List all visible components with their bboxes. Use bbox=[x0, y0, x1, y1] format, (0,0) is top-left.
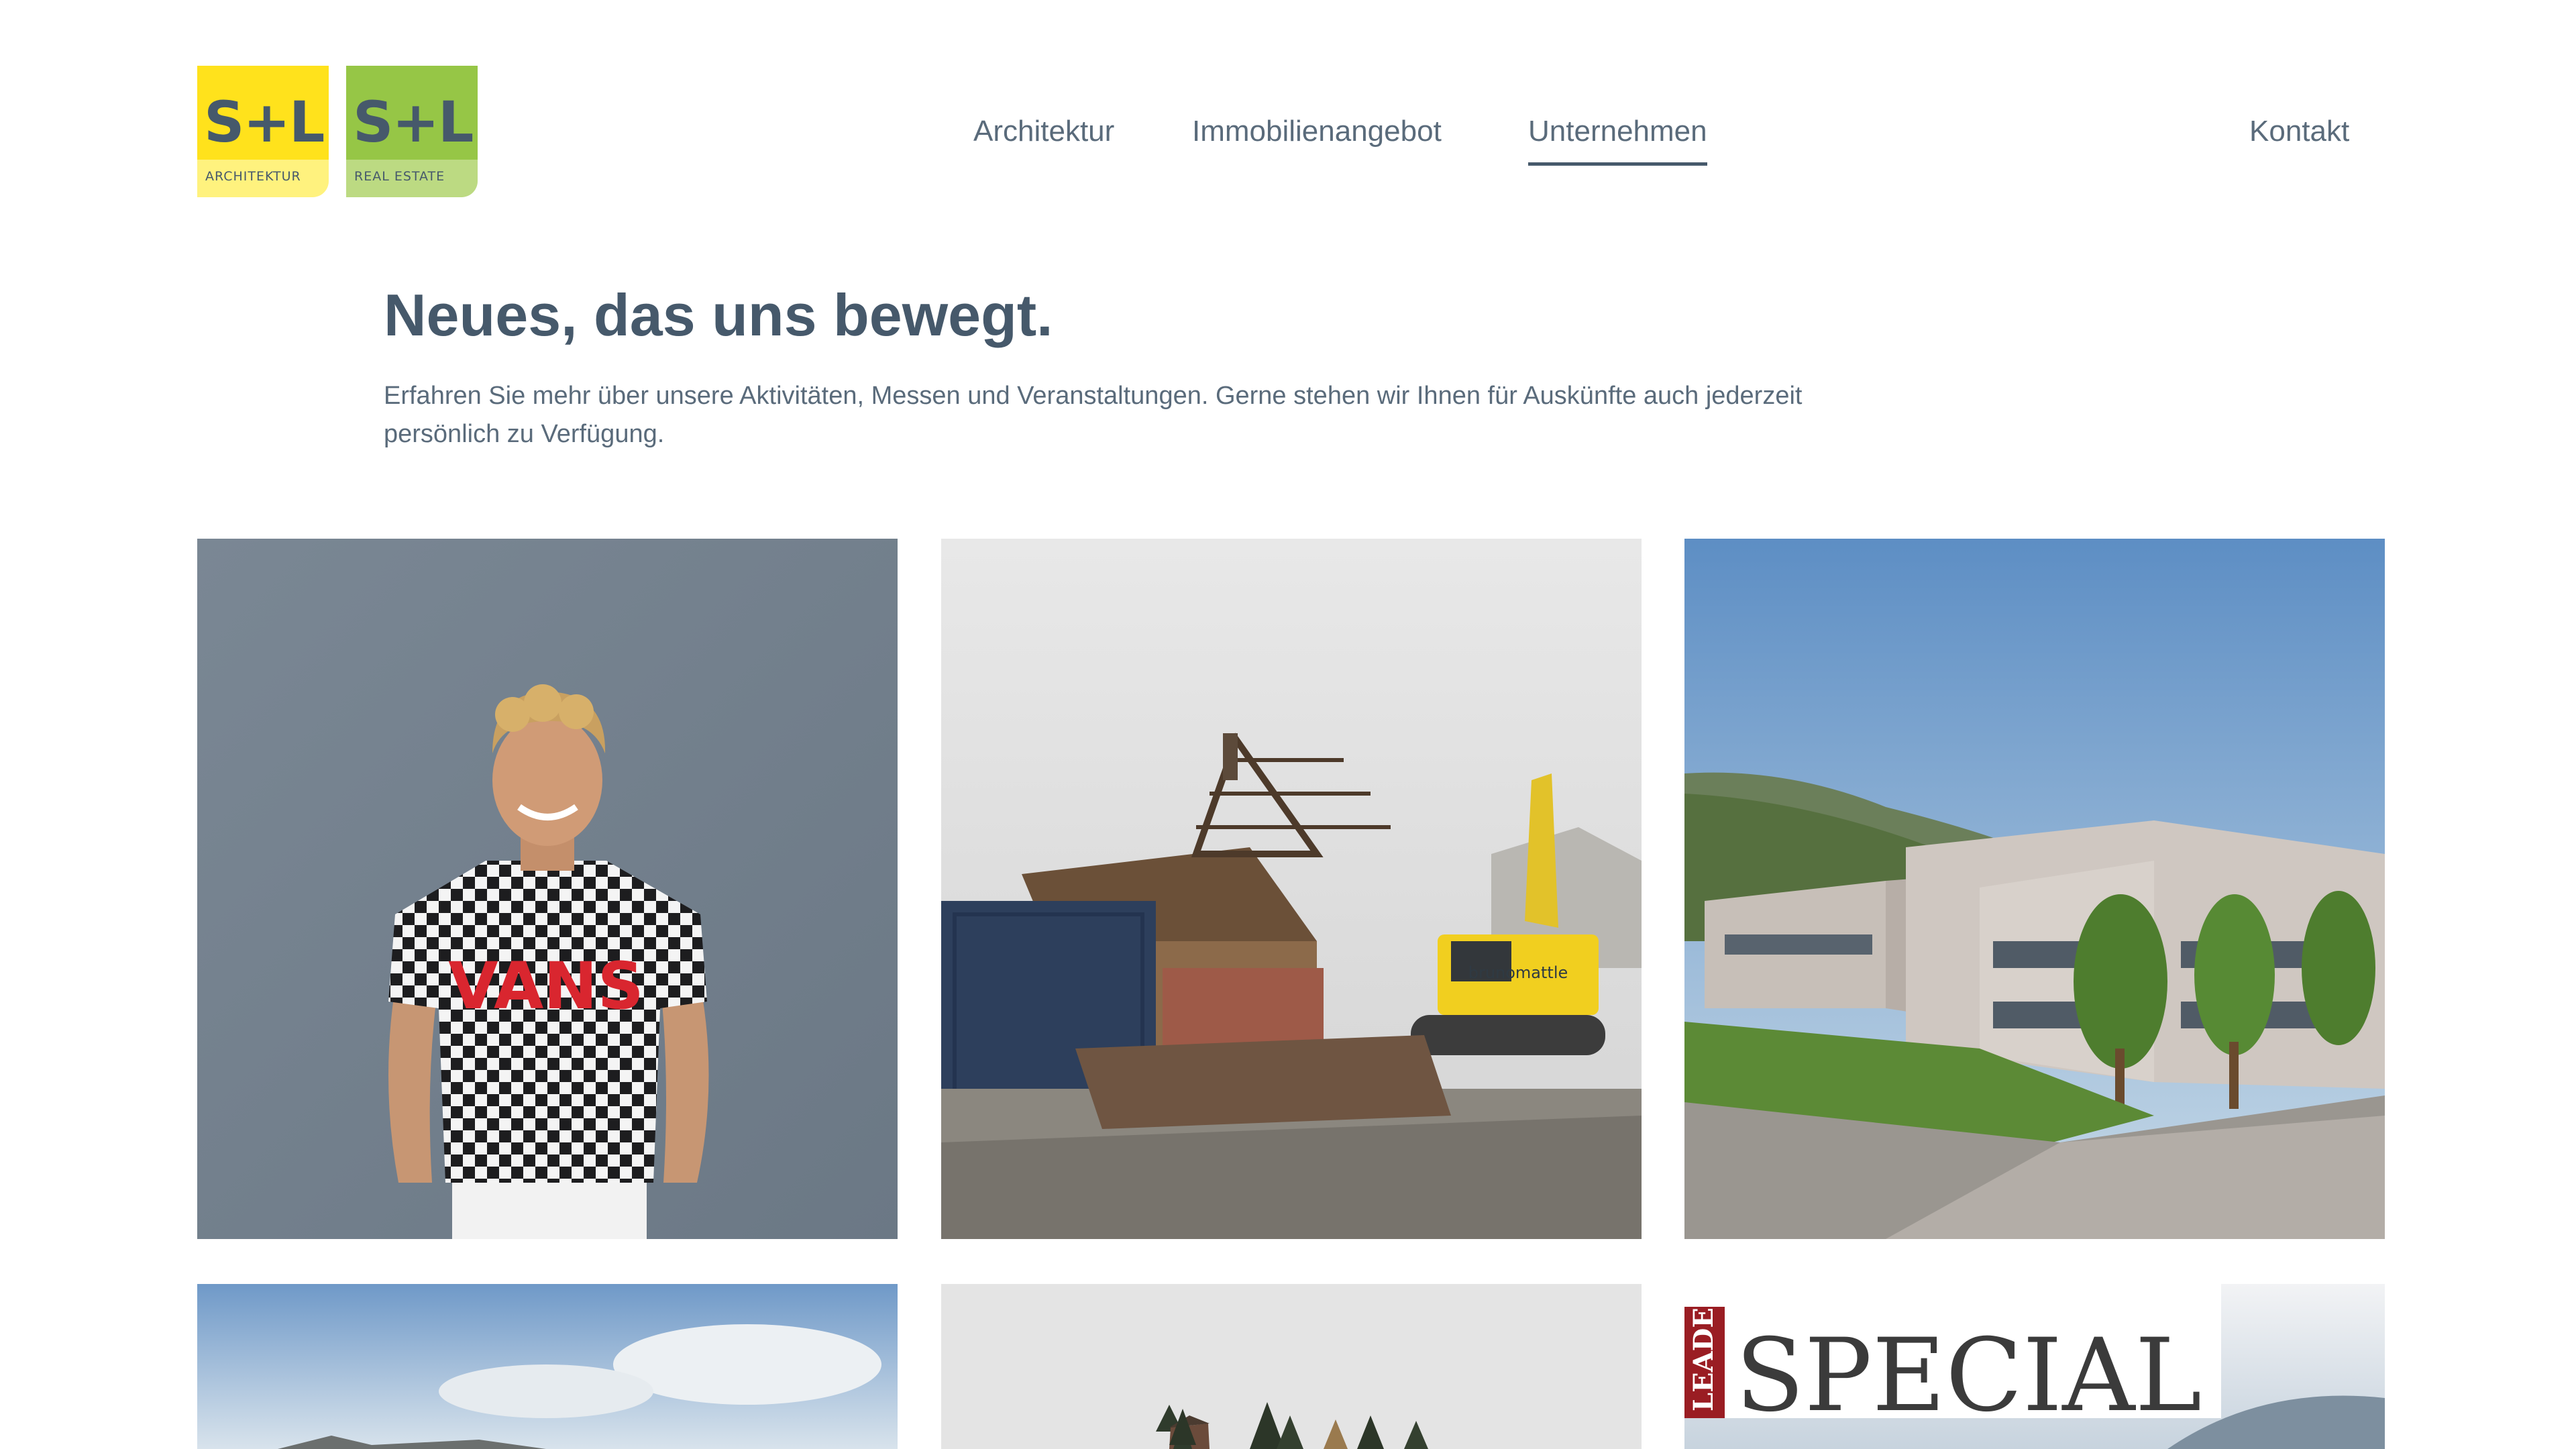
news-tile-trees[interactable] bbox=[941, 1284, 1642, 1449]
logo-subtitle: REAL ESTATE bbox=[354, 169, 445, 184]
logo-real-estate[interactable]: S+L REAL ESTATE bbox=[346, 66, 478, 197]
news-tile-landscape[interactable] bbox=[197, 1284, 898, 1449]
excavator-label: brunomattle bbox=[1468, 963, 1568, 982]
intro-text: Erfahren Sie mehr über unsere Aktivitäte… bbox=[384, 382, 1803, 448]
news-tile-leader-special[interactable]: LEADER SPECIAL bbox=[1684, 1284, 2385, 1449]
nav-kontakt[interactable]: Kontakt bbox=[2249, 114, 2349, 149]
portrait-photo: VANS bbox=[197, 539, 898, 1239]
news-tile-portrait[interactable]: VANS bbox=[197, 539, 898, 1239]
tshirt-logo: VANS bbox=[448, 949, 644, 1024]
leader-logo: LEADER bbox=[1688, 1285, 1719, 1411]
demolition-photo: brunomattle bbox=[941, 539, 1642, 1239]
logo-subtitle: ARCHITEKTUR bbox=[205, 169, 301, 184]
leader-special-image: LEADER SPECIAL bbox=[1684, 1284, 2385, 1449]
nav-unternehmen[interactable]: Unternehmen bbox=[1528, 114, 1707, 166]
special-heading: SPECIAL bbox=[1735, 1318, 2202, 1434]
logo-mark: S+L bbox=[353, 89, 474, 155]
nav-architektur[interactable]: Architektur bbox=[973, 114, 1114, 149]
rendering-image bbox=[1684, 539, 2385, 1239]
logo-mark: S+L bbox=[204, 89, 325, 155]
news-tile-rendering[interactable] bbox=[1684, 539, 2385, 1239]
logo-architektur[interactable]: S+L ARCHITEKTUR bbox=[197, 66, 329, 197]
trees-photo bbox=[941, 1284, 1642, 1449]
news-tile-demolition[interactable]: brunomattle bbox=[941, 539, 1642, 1239]
landscape-photo bbox=[197, 1284, 898, 1449]
page-title: Neues, das uns bewegt. bbox=[384, 282, 1053, 348]
nav-immobilienangebot[interactable]: Immobilienangebot bbox=[1192, 114, 1442, 149]
